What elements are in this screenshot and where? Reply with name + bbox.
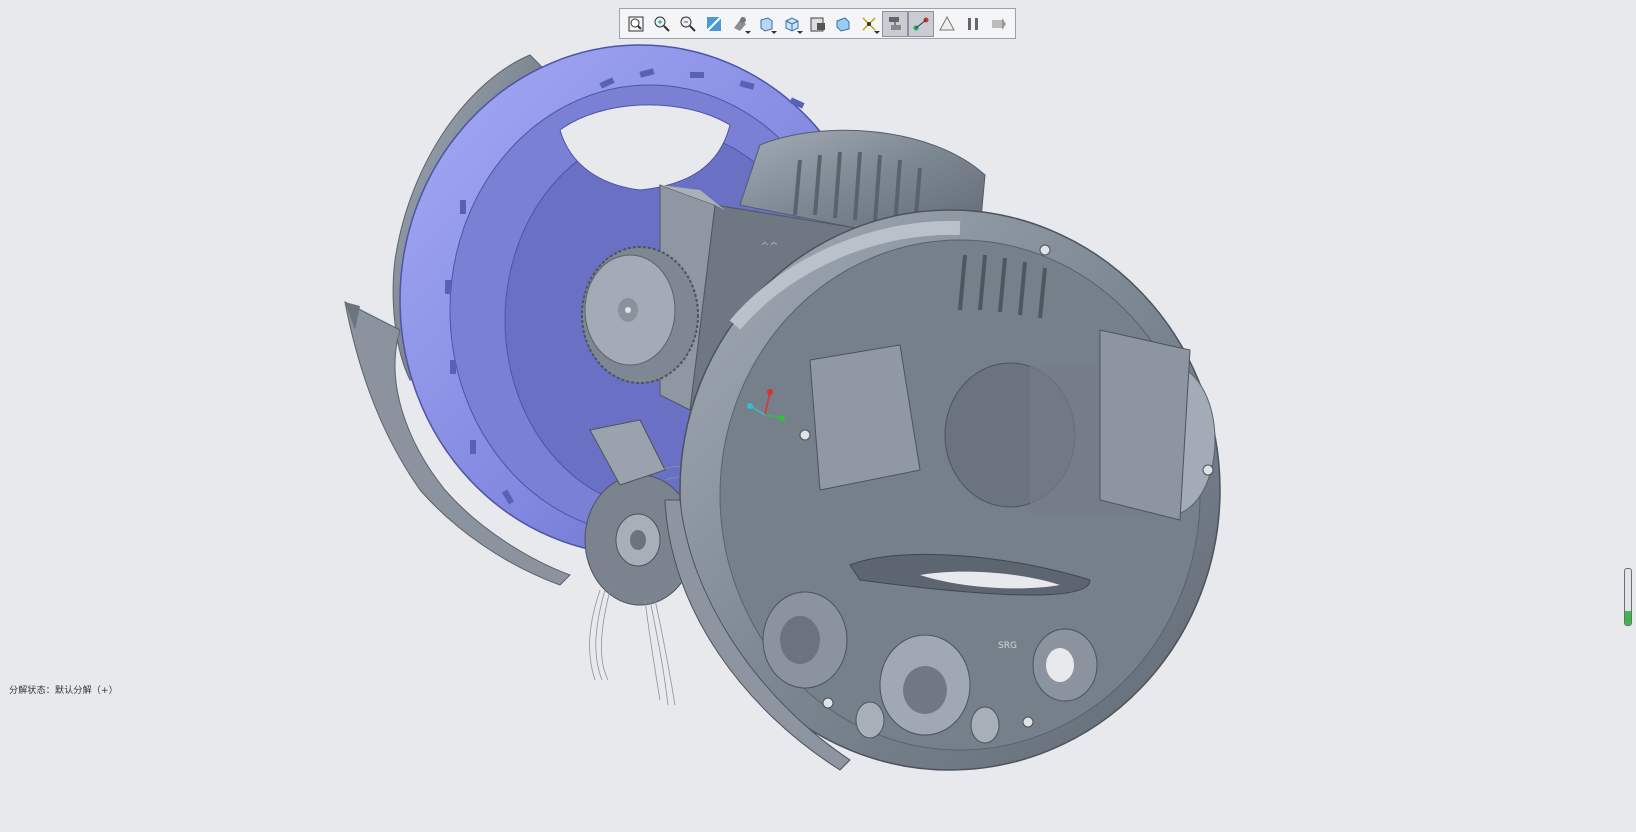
zoom-in-icon — [654, 16, 670, 32]
svg-text:^^: ^^ — [760, 240, 778, 253]
explode-view-icon — [889, 16, 902, 30]
view-orientation-button[interactable] — [727, 11, 753, 37]
zoom-fit-icon — [628, 16, 644, 31]
perspective-icon — [836, 16, 850, 32]
graphics-toolbar — [619, 8, 1016, 39]
display-style-button[interactable] — [753, 11, 779, 37]
zoom-out-button[interactable] — [675, 11, 701, 37]
perspective-button[interactable] — [831, 11, 857, 37]
svg-text:SRG: SRG — [998, 641, 1017, 651]
edit-position-button[interactable] — [908, 10, 935, 37]
view-manager-icon — [810, 17, 825, 31]
annotation-button[interactable] — [934, 11, 960, 37]
pause-button[interactable] — [960, 11, 986, 37]
repaint-button[interactable] — [701, 11, 727, 37]
edit-position-icon — [913, 17, 929, 30]
display-style-icon — [760, 16, 773, 32]
datum-display-icon — [862, 16, 876, 31]
zoom-in-button[interactable] — [649, 11, 675, 37]
view-orientation-icon — [733, 16, 746, 31]
zoom-out-icon — [680, 16, 696, 32]
gear-part[interactable] — [581, 246, 699, 384]
saved-views-button[interactable] — [779, 11, 805, 37]
model-viewport[interactable]: ^^ SRG — [0, 0, 1636, 832]
saved-views-icon — [785, 16, 799, 32]
next-step-icon — [992, 17, 1007, 30]
repaint-icon — [706, 15, 722, 32]
pause-icon — [968, 17, 979, 30]
next-step-button[interactable] — [986, 11, 1012, 37]
annotation-icon — [939, 15, 956, 30]
zoom-indicator-fill — [1625, 611, 1631, 625]
zoom-fit-button[interactable] — [623, 11, 649, 37]
explode-state-label: 分解状态：默认分解（+） — [9, 686, 118, 696]
datum-display-button[interactable] — [856, 11, 882, 37]
explode-view-button[interactable] — [882, 10, 909, 37]
zoom-indicator[interactable] — [1624, 568, 1632, 626]
view-manager-button[interactable] — [805, 11, 831, 37]
